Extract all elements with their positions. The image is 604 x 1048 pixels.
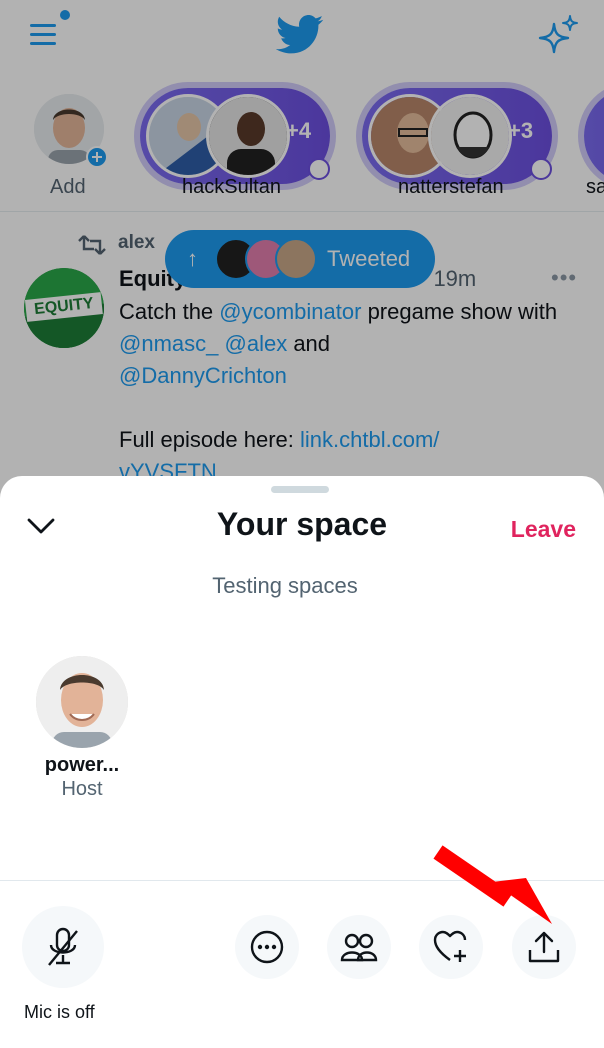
heart-plus-icon: [433, 930, 467, 962]
people-icon: [340, 933, 378, 962]
sheet-grabber[interactable]: [271, 486, 329, 493]
mic-button[interactable]: [22, 906, 104, 988]
space-sheet: Your space Leave Testing spaces power...…: [0, 476, 604, 1048]
more-options-icon: [250, 930, 284, 964]
mic-status-label: Mic is off: [24, 1002, 95, 1022]
leave-button[interactable]: Leave: [511, 516, 576, 543]
more-options-button[interactable]: [235, 915, 299, 979]
share-icon: [528, 931, 560, 963]
host-avatar[interactable]: [36, 656, 128, 748]
space-subtitle: Testing spaces: [212, 573, 358, 598]
host-name: power...: [44, 754, 120, 776]
red-annotation-arrow-icon: [433, 845, 552, 924]
participants-button[interactable]: [327, 915, 391, 979]
host-role: Host: [61, 778, 103, 800]
mic-off-icon: [48, 927, 78, 966]
